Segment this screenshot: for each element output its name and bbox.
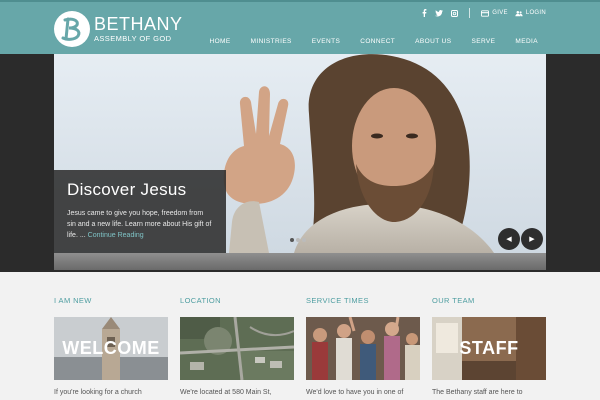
column-text: If you're looking for a church xyxy=(54,389,142,396)
column-text: We're located at 580 Main St, xyxy=(180,389,272,396)
aerial-map-image xyxy=(180,317,294,380)
site-header: BETHANY ASSEMBLY OF GOD GIVE LOGIN HOME xyxy=(0,0,600,54)
slider-prev-button[interactable]: ◀ xyxy=(498,228,520,250)
feature-column-location: LOCATION We're located at 580 Main St, xyxy=(180,296,294,396)
nav-item-ministries[interactable]: MINISTRIES xyxy=(241,38,302,45)
slider-next-button[interactable]: ▶ xyxy=(521,228,543,250)
give-link[interactable]: GIVE xyxy=(481,9,508,17)
feature-column-new: I AM NEW WELCOME If you're looking for a… xyxy=(54,296,168,396)
utility-bar: GIVE LOGIN xyxy=(420,7,546,19)
welcome-label: WELCOME xyxy=(62,338,160,358)
utility-divider xyxy=(469,8,471,18)
slide-title: Discover Jesus xyxy=(67,180,187,199)
feature-column-service-times: SERVICE TIMES We'd love to have you in o… xyxy=(306,296,420,396)
main-nav: HOME MINISTRIES EVENTS CONNECT ABOUT US … xyxy=(199,38,546,45)
twitter-icon[interactable] xyxy=(435,9,444,17)
congregation-image xyxy=(306,317,420,380)
nav-item-home[interactable]: HOME xyxy=(199,38,240,45)
column-title: OUR TEAM xyxy=(432,296,475,305)
column-title: SERVICE TIMES xyxy=(306,296,369,305)
nav-item-events[interactable]: EVENTS xyxy=(302,38,350,45)
chevron-right-icon: ▶ xyxy=(529,236,535,243)
slide-caption: Discover Jesus Jesus came to give you ho… xyxy=(54,170,226,253)
instagram-icon[interactable] xyxy=(450,9,458,17)
worship-image[interactable] xyxy=(306,317,420,380)
site-logo[interactable]: BETHANY ASSEMBLY OF GOD xyxy=(54,11,182,51)
welcome-image[interactable]: WELCOME xyxy=(54,317,168,380)
column-text: We'd love to have you in one of xyxy=(306,389,404,396)
staff-image[interactable]: STAFF xyxy=(432,317,546,380)
staff-label: STAFF xyxy=(459,338,519,358)
slider-shadow xyxy=(54,253,546,270)
login-link[interactable]: LOGIN xyxy=(515,9,546,17)
slider-pagination xyxy=(290,238,306,242)
logo-mark-icon xyxy=(54,11,90,47)
feature-column-team: OUR TEAM STAFF The Bethany staff are her… xyxy=(432,296,546,396)
login-label: LOGIN xyxy=(525,10,546,16)
brand-subtitle: ASSEMBLY OF GOD xyxy=(94,34,172,43)
credit-card-icon xyxy=(481,9,490,17)
nav-item-serve[interactable]: SERVE xyxy=(461,38,505,45)
give-label: GIVE xyxy=(492,10,508,16)
hero-slider[interactable]: Discover Jesus Jesus came to give you ho… xyxy=(54,54,546,253)
location-map-image[interactable] xyxy=(180,317,294,380)
slide-text: Jesus came to give you hope, freedom fro… xyxy=(67,208,213,241)
continue-reading-link[interactable]: Continue Reading xyxy=(88,232,144,239)
nav-item-media[interactable]: MEDIA xyxy=(505,38,546,45)
slider-dot[interactable] xyxy=(302,238,306,242)
column-title: LOCATION xyxy=(180,296,221,305)
brand-name: BETHANY xyxy=(94,14,183,34)
column-title: I AM NEW xyxy=(54,296,92,305)
slider-dot[interactable] xyxy=(296,238,300,242)
users-icon xyxy=(515,9,523,17)
nav-item-connect[interactable]: CONNECT xyxy=(350,38,405,45)
nav-item-about-us[interactable]: ABOUT US xyxy=(405,38,461,45)
column-text: The Bethany staff are here to xyxy=(432,389,523,396)
slider-dot[interactable] xyxy=(290,238,294,242)
chevron-left-icon: ◀ xyxy=(506,236,512,243)
facebook-icon[interactable] xyxy=(420,9,428,17)
